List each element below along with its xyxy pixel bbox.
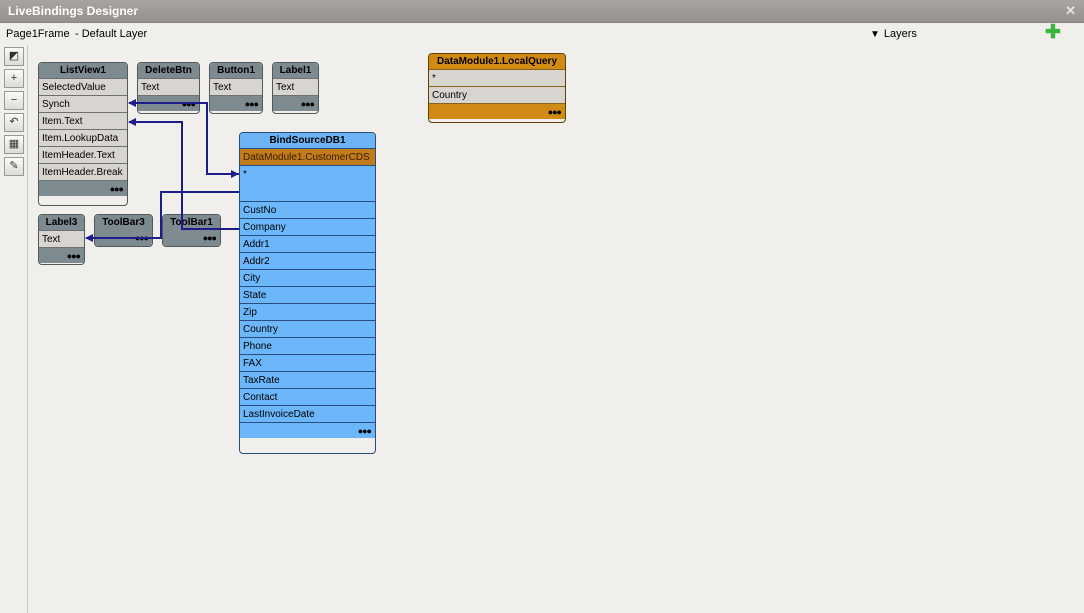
node-title: BindSourceDB1	[240, 133, 375, 148]
frame-name: Page1Frame	[6, 28, 70, 40]
designer-info-bar: Page1Frame - Default Layer ▼ Layers ✚	[0, 23, 1084, 45]
more-icon[interactable]: ●●●	[210, 95, 262, 111]
rearrange-icon: ↶	[9, 116, 19, 128]
field-taxrate[interactable]: TaxRate	[240, 371, 375, 388]
field-addr1[interactable]: Addr1	[240, 235, 375, 252]
field-text[interactable]: Text	[273, 78, 318, 95]
zoom-fit-button[interactable]: ◩	[4, 47, 24, 66]
localquery-node[interactable]: DataModule1.LocalQuery * Country ●●●	[428, 53, 566, 123]
more-icon[interactable]: ●●●	[95, 230, 152, 246]
layers-dropdown[interactable]: ▼ Layers	[870, 28, 917, 40]
field-fax[interactable]: FAX	[240, 354, 375, 371]
field-city[interactable]: City	[240, 269, 375, 286]
field-itemheader-break[interactable]: ItemHeader.Break	[39, 163, 127, 180]
bind-visually-button[interactable]: ✎	[4, 157, 24, 176]
field-text[interactable]: Text	[210, 78, 262, 95]
field-company[interactable]: Company	[240, 218, 375, 235]
node-title: ListView1	[39, 63, 127, 78]
toolbar1-node[interactable]: ToolBar1 ●●●	[162, 214, 221, 247]
more-icon[interactable]: ●●●	[429, 103, 565, 119]
node-title: DeleteBtn	[138, 63, 199, 78]
field-text[interactable]: Text	[39, 230, 84, 247]
zoom-in-button[interactable]: +	[4, 69, 24, 88]
label3-node[interactable]: Label3 Text ●●●	[38, 214, 85, 265]
more-icon[interactable]: ●●●	[273, 95, 318, 111]
field-text[interactable]: Text	[138, 78, 199, 95]
zoom-fit-icon: ◩	[8, 50, 20, 62]
more-icon[interactable]: ●●●	[163, 230, 220, 246]
bind-visually-icon: ✎	[9, 160, 19, 172]
field-country[interactable]: Country	[240, 320, 375, 337]
field-addr2[interactable]: Addr2	[240, 252, 375, 269]
layer-name: - Default Layer	[75, 28, 148, 40]
dataset-name: DataModule1.CustomerCDS	[240, 148, 375, 165]
field-star[interactable]: *	[429, 69, 565, 86]
node-title: Button1	[210, 63, 262, 78]
node-title: ToolBar3	[95, 215, 152, 230]
grid-layout-icon: ▦	[8, 138, 20, 150]
rearrange-button[interactable]: ↶	[4, 113, 24, 132]
field-zip[interactable]: Zip	[240, 303, 375, 320]
field-contact[interactable]: Contact	[240, 388, 375, 405]
button1-node[interactable]: Button1 Text ●●●	[209, 62, 263, 114]
field-lastinvoicedate[interactable]: LastInvoiceDate	[240, 405, 375, 422]
node-title: DataModule1.LocalQuery	[429, 54, 565, 69]
field-selectedvalue[interactable]: SelectedValue	[39, 78, 127, 95]
bindsourcedb1-node[interactable]: BindSourceDB1 DataModule1.CustomerCDS * …	[239, 132, 376, 454]
field-star[interactable]: *	[240, 165, 375, 201]
label1-node[interactable]: Label1 Text ●●●	[272, 62, 319, 114]
node-title: Label3	[39, 215, 84, 230]
field-phone[interactable]: Phone	[240, 337, 375, 354]
close-icon[interactable]: ✕	[1065, 3, 1076, 19]
field-item-lookupdata[interactable]: Item.LookupData	[39, 129, 127, 146]
node-title: Label1	[273, 63, 318, 78]
field-item-text[interactable]: Item.Text	[39, 112, 127, 129]
deletebtn-node[interactable]: DeleteBtn Text ●●●	[137, 62, 200, 114]
more-icon[interactable]: ●●●	[240, 422, 375, 438]
zoom-out-button[interactable]: −	[4, 91, 24, 110]
more-icon[interactable]: ●●●	[138, 95, 199, 111]
add-layer-icon[interactable]: ✚	[1045, 23, 1061, 42]
field-state[interactable]: State	[240, 286, 375, 303]
designer-toolbar: ◩ + − ↶ ▦ ✎	[0, 45, 28, 613]
title-bar: LiveBindings Designer ✕	[0, 0, 1084, 23]
field-country[interactable]: Country	[429, 86, 565, 103]
toolbar3-node[interactable]: ToolBar3 ●●●	[94, 214, 153, 247]
triangle-down-icon: ▼	[870, 29, 880, 40]
more-icon[interactable]: ●●●	[39, 180, 127, 196]
zoom-in-icon: +	[10, 72, 18, 84]
window-title: LiveBindings Designer	[8, 4, 139, 18]
field-custno[interactable]: CustNo	[240, 201, 375, 218]
grid-layout-button[interactable]: ▦	[4, 135, 24, 154]
node-title: ToolBar1	[163, 215, 220, 230]
zoom-out-icon: −	[10, 94, 18, 106]
field-synch[interactable]: Synch	[39, 95, 127, 112]
listview1-node[interactable]: ListView1 SelectedValue Synch Item.Text …	[38, 62, 128, 206]
field-itemheader-text[interactable]: ItemHeader.Text	[39, 146, 127, 163]
design-canvas[interactable]	[28, 45, 1084, 613]
layers-label: Layers	[883, 28, 917, 40]
more-icon[interactable]: ●●●	[39, 247, 84, 263]
